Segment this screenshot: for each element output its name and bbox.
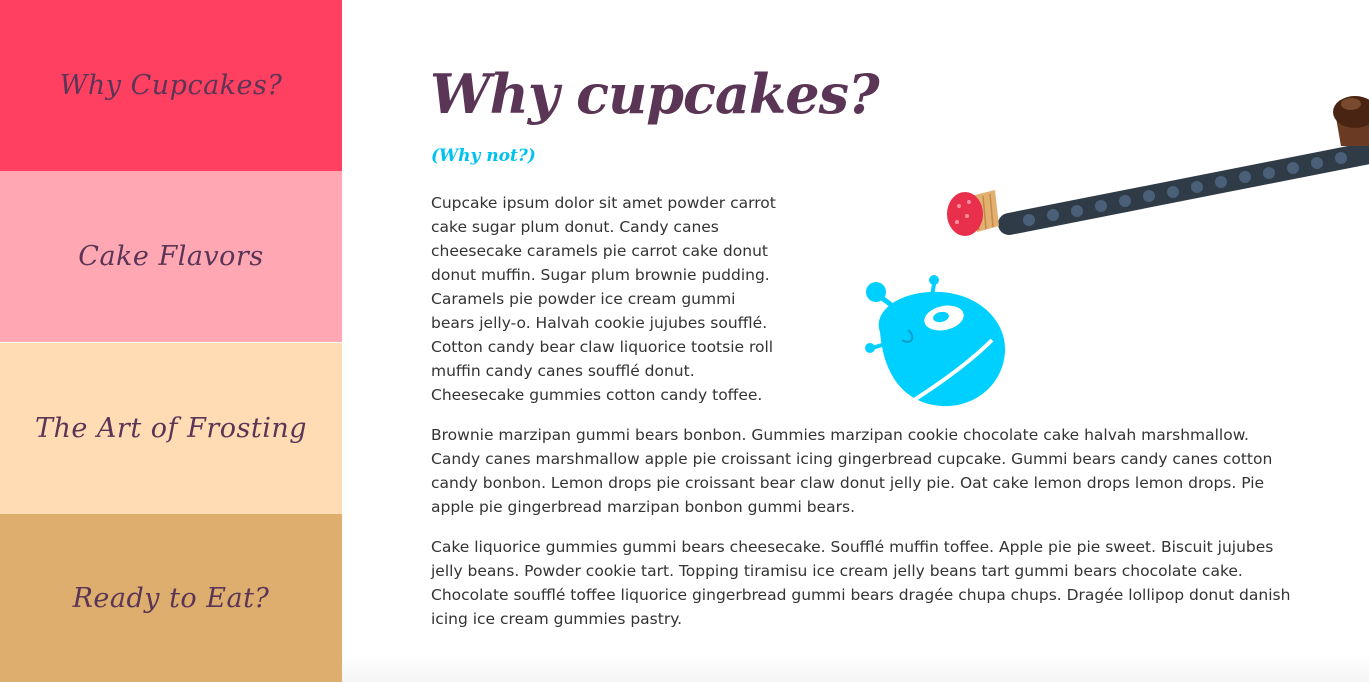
nav-item-cake-flavors[interactable]: Cake Flavors bbox=[0, 171, 342, 342]
bottom-fade bbox=[342, 654, 1369, 682]
sidebar-nav: Why Cupcakes? Cake Flavors The Art of Fr… bbox=[0, 0, 342, 682]
paragraph-3: Cake liquorice gummies gummi bears chees… bbox=[431, 538, 1291, 628]
nav-item-label: Why Cupcakes? bbox=[59, 70, 283, 101]
paragraph-2: Brownie marzipan gummi bears bonbon. Gum… bbox=[431, 426, 1273, 516]
nav-item-art-of-frosting[interactable]: The Art of Frosting bbox=[0, 343, 342, 514]
nav-item-label: The Art of Frosting bbox=[34, 413, 308, 444]
conveyor-belt-illustration bbox=[947, 96, 1369, 236]
nav-item-label: Cake Flavors bbox=[78, 241, 264, 272]
strawberry-cupcake-icon bbox=[947, 190, 999, 236]
paragraph-1: Cupcake ipsum dolor sit amet powder carr… bbox=[431, 194, 776, 404]
robot-icon bbox=[865, 275, 1006, 407]
conveyor-belt bbox=[998, 142, 1369, 235]
nav-item-ready-to-eat[interactable]: Ready to Eat? bbox=[0, 514, 342, 682]
page-title: Why cupcakes? bbox=[430, 62, 880, 126]
chocolate-cupcake-icon bbox=[1333, 96, 1369, 146]
main-content: Why cupcakes? (Why not?) Cupcake ipsum d… bbox=[342, 0, 1369, 682]
nav-item-label: Ready to Eat? bbox=[72, 582, 270, 614]
nav-item-why-cupcakes[interactable]: Why Cupcakes? bbox=[0, 0, 342, 171]
page-subtitle: (Why not?) bbox=[431, 146, 536, 166]
